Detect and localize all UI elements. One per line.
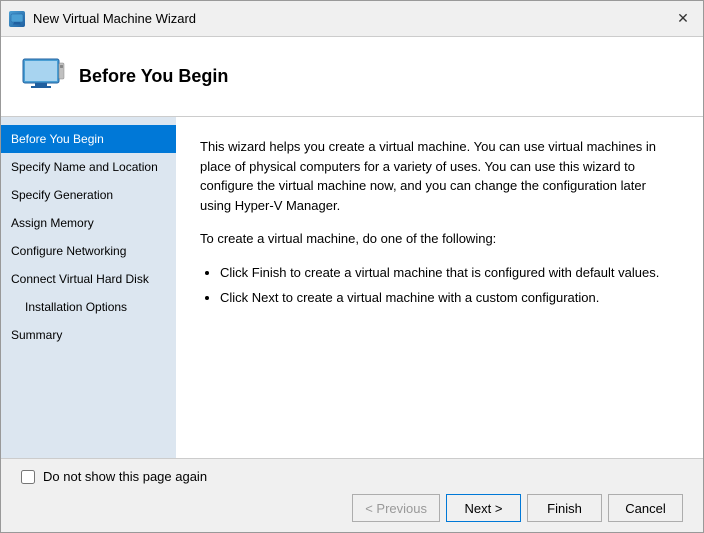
sidebar-item-7[interactable]: Summary: [1, 321, 176, 349]
sidebar-item-0[interactable]: Before You Begin: [1, 125, 176, 153]
sidebar-item-5[interactable]: Connect Virtual Hard Disk: [1, 265, 176, 293]
title-bar: New Virtual Machine Wizard ✕: [1, 1, 703, 37]
content-area: Before You BeginSpecify Name and Locatio…: [1, 117, 703, 458]
header-section: Before You Begin: [1, 37, 703, 117]
cancel-button[interactable]: Cancel: [608, 494, 683, 522]
sidebar-item-3[interactable]: Assign Memory: [1, 209, 176, 237]
instruction-paragraph: To create a virtual machine, do one of t…: [200, 229, 679, 249]
intro-paragraph: This wizard helps you create a virtual m…: [200, 137, 679, 215]
do-not-show-checkbox[interactable]: [21, 470, 35, 484]
bottom-section: Do not show this page again < Previous N…: [1, 458, 703, 532]
checkbox-row: Do not show this page again: [21, 469, 683, 484]
wizard-window: New Virtual Machine Wizard ✕ Before You …: [0, 0, 704, 533]
bullet-list: Click Finish to create a virtual machine…: [220, 263, 679, 308]
previous-button[interactable]: < Previous: [352, 494, 440, 522]
page-heading: Before You Begin: [79, 66, 228, 87]
app-icon: [9, 11, 25, 27]
sidebar-item-1[interactable]: Specify Name and Location: [1, 153, 176, 181]
header-icon: [21, 57, 65, 96]
button-row: < Previous Next > Finish Cancel: [21, 494, 683, 522]
title-bar-left: New Virtual Machine Wizard: [9, 11, 196, 27]
finish-button[interactable]: Finish: [527, 494, 602, 522]
sidebar: Before You BeginSpecify Name and Locatio…: [1, 117, 176, 458]
window-title: New Virtual Machine Wizard: [33, 11, 196, 26]
next-button[interactable]: Next >: [446, 494, 521, 522]
main-content: This wizard helps you create a virtual m…: [176, 117, 703, 458]
bullet-item-next: Click Next to create a virtual machine w…: [220, 288, 679, 308]
bullet-item-finish: Click Finish to create a virtual machine…: [220, 263, 679, 283]
sidebar-item-2[interactable]: Specify Generation: [1, 181, 176, 209]
sidebar-item-4[interactable]: Configure Networking: [1, 237, 176, 265]
do-not-show-label: Do not show this page again: [43, 469, 207, 484]
sidebar-item-6[interactable]: Installation Options: [1, 293, 176, 321]
close-button[interactable]: ✕: [671, 7, 695, 31]
